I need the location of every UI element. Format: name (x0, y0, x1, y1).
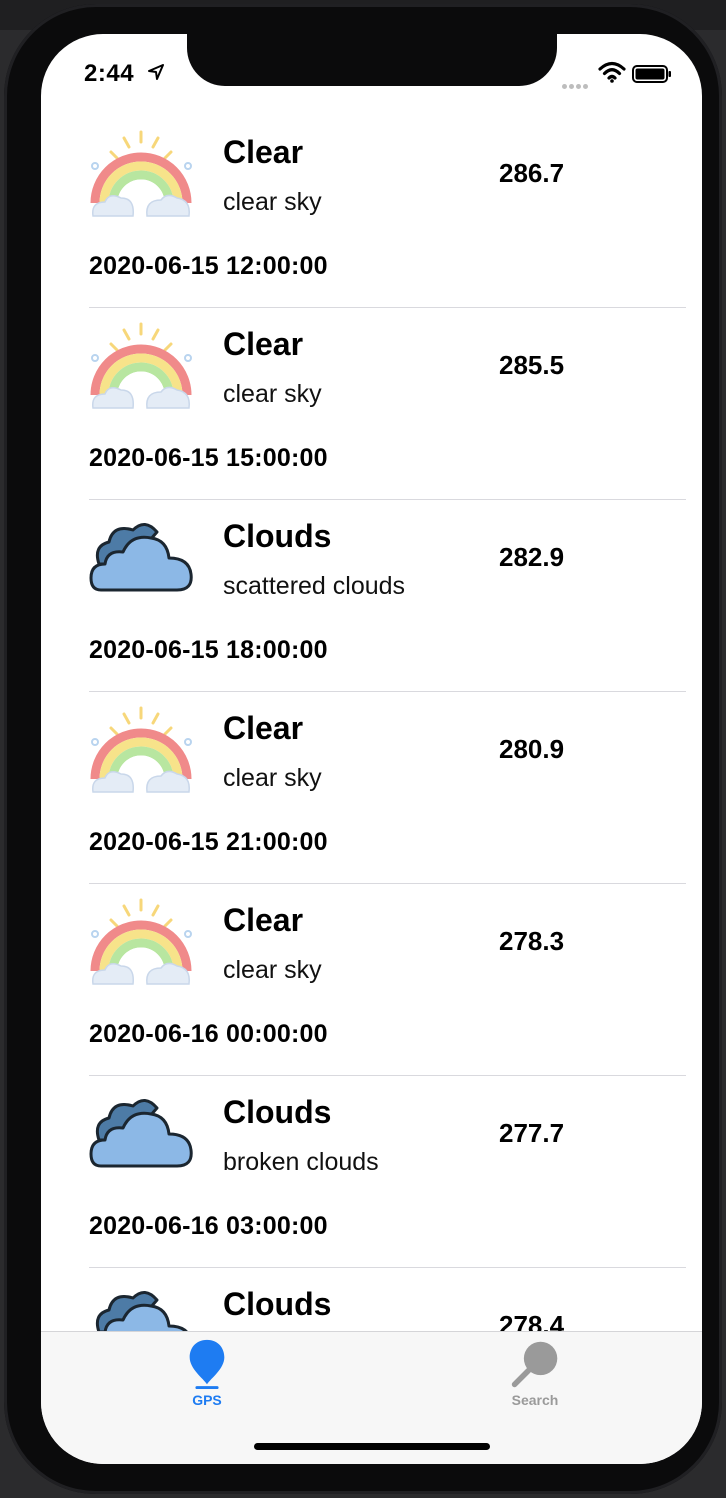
temperature: 285.5 (499, 350, 565, 380)
status-time: 2:44 (84, 60, 135, 87)
rainbow-icon (90, 898, 192, 985)
rainbow-icon (90, 322, 192, 409)
forecast-datetime: 2020-06-16 03:00:00 (89, 1212, 328, 1240)
forecast-row[interactable]: Clear clear sky 286.7 2020-06-15 12:00:0… (89, 116, 686, 308)
forecast-datetime: 2020-06-15 12:00:00 (89, 252, 328, 280)
forecast-row[interactable]: Clear clear sky 280.9 2020-06-15 21:00:0… (89, 692, 686, 884)
tab-search[interactable]: Search (480, 1336, 590, 1408)
weather-main: Clouds (223, 518, 332, 554)
weather-main: Clear (223, 326, 304, 362)
phone-frame: 2:44 Clear clear sky 286.7 2020-06-15 12… (4, 4, 722, 1494)
weather-main: Clouds (223, 1286, 332, 1322)
forecast-datetime: 2020-06-15 21:00:00 (89, 828, 328, 856)
app-screen: 2:44 Clear clear sky 286.7 2020-06-15 12… (41, 34, 702, 1464)
rainbow-icon (90, 130, 192, 217)
forecast-datetime: 2020-06-15 15:00:00 (89, 444, 328, 472)
temperature: 280.9 (499, 734, 565, 764)
temperature: 277.7 (499, 1118, 565, 1148)
forecast-datetime: 2020-06-15 18:00:00 (89, 636, 328, 664)
weather-description: clear sky (223, 380, 322, 408)
forecast-row[interactable]: Clear clear sky 278.3 2020-06-16 00:00:0… (89, 884, 686, 1076)
magnifier-icon (511, 1341, 558, 1388)
forecast-row[interactable]: Clouds scattered clouds 282.9 2020-06-15… (89, 500, 686, 692)
weather-description: clear sky (223, 188, 322, 216)
cellular-signal-icon (562, 76, 594, 89)
tab-gps[interactable]: GPS (152, 1336, 262, 1408)
forecast-list[interactable]: Clear clear sky 286.7 2020-06-15 12:00:0… (41, 116, 702, 1460)
cloud-icon (89, 523, 193, 592)
weather-main: Clear (223, 134, 304, 170)
location-arrow-icon (148, 64, 164, 80)
temperature: 278.3 (499, 926, 565, 956)
forecast-row[interactable]: Clear clear sky 285.5 2020-06-15 15:00:0… (89, 308, 686, 500)
battery-icon (632, 65, 671, 83)
forecast-row[interactable]: Clouds broken clouds 277.7 2020-06-16 03… (89, 1076, 686, 1268)
temperature: 282.9 (499, 542, 565, 572)
weather-main: Clear (223, 902, 304, 938)
temperature: 286.7 (499, 158, 565, 188)
weather-description: broken clouds (223, 1148, 379, 1176)
cloud-icon (89, 1099, 193, 1168)
weather-main: Clouds (223, 1094, 332, 1130)
rainbow-icon (90, 706, 192, 793)
device-notch (187, 34, 557, 86)
weather-description: clear sky (223, 764, 322, 792)
tab-search-label: Search (511, 1392, 559, 1408)
home-indicator[interactable] (254, 1443, 490, 1450)
forecast-datetime: 2020-06-16 00:00:00 (89, 1020, 328, 1048)
map-pin-icon (189, 1339, 225, 1390)
weather-main: Clear (223, 710, 304, 746)
weather-description: clear sky (223, 956, 322, 984)
tab-gps-label: GPS (192, 1392, 222, 1408)
wifi-icon (598, 61, 626, 83)
weather-description: scattered clouds (223, 572, 406, 600)
